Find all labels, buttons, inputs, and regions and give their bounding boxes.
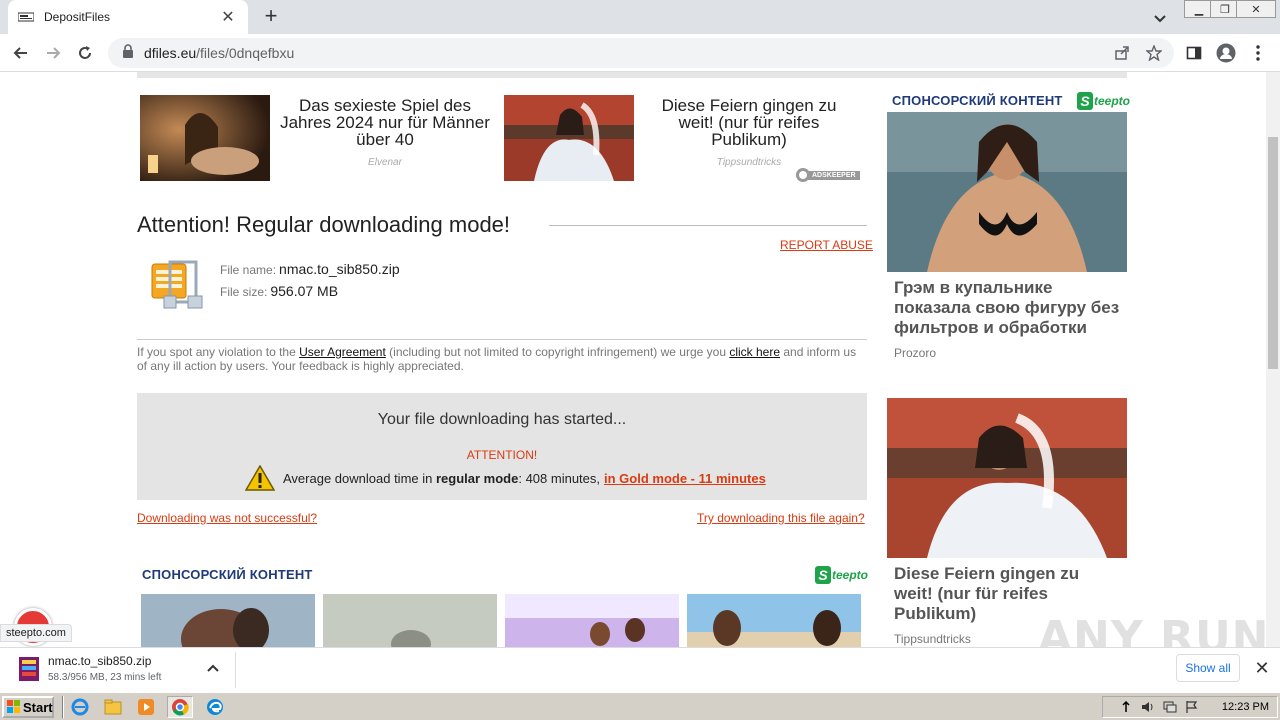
windows-taskbar: Start 12:23 PM <box>0 692 1280 720</box>
chevron-up-icon[interactable] <box>204 660 222 678</box>
ad-image[interactable] <box>504 95 634 181</box>
page-top-strip <box>137 72 1127 78</box>
report-abuse-link[interactable]: REPORT ABUSE <box>780 238 873 252</box>
top-ad-1[interactable]: Das sexieste Spiel des Jahres 2024 nur f… <box>140 95 500 185</box>
adskeeper-label: ADSKEEPER <box>808 170 860 180</box>
adskeeper-logo[interactable]: ADSKEEPER <box>796 168 860 182</box>
file-name: nmac.to_sib850.zip <box>279 261 400 277</box>
sidebar-steepto-logo[interactable]: Steepto <box>1077 92 1130 110</box>
steepto-s-icon: S <box>815 566 831 584</box>
page-viewport: Das sexieste Spiel des Jahres 2024 nur f… <box>0 72 1266 647</box>
sidebar-ad-title[interactable]: Грэм в купальнике показала свою фигуру б… <box>887 272 1127 338</box>
edge-icon[interactable] <box>205 697 225 717</box>
chevron-down-icon[interactable] <box>1150 8 1170 28</box>
file-explorer-icon[interactable] <box>103 697 123 717</box>
file-size-label: File size: <box>220 285 268 299</box>
tab-title: DepositFiles <box>44 10 111 24</box>
violation-notice: If you spot any violation to the User Ag… <box>137 345 857 373</box>
tab-strip: DepositFiles ✕ + ▁ ❐ ✕ <box>0 0 1280 34</box>
show-all-button[interactable]: Show all <box>1176 654 1240 682</box>
side-panel-icon[interactable] <box>1182 41 1206 65</box>
download-started-text: Your file downloading has started... <box>377 411 627 428</box>
share-icon[interactable] <box>1112 43 1132 63</box>
ad-image[interactable] <box>140 95 270 181</box>
back-icon[interactable] <box>8 40 34 66</box>
divider <box>137 339 867 340</box>
average-time-row: Average download time in regular mode: 4… <box>244 464 766 491</box>
sidebar-ad-image[interactable] <box>887 112 1127 272</box>
scrollbar-thumb[interactable] <box>1268 137 1278 369</box>
close-tab-button[interactable]: ✕ <box>218 7 238 27</box>
reload-icon[interactable] <box>72 40 98 66</box>
media-player-icon[interactable] <box>136 697 156 717</box>
attention-label: ATTENTION! <box>466 448 538 462</box>
ad-headline[interactable]: Das sexieste Spiel des Jahres 2024 nur f… <box>280 97 490 148</box>
file-name-label: File name: <box>220 263 277 277</box>
ad-source: Tippsundtricks <box>716 157 782 168</box>
sponsored-thumb[interactable] <box>141 594 315 647</box>
status-bar-url: steepto.com <box>0 624 72 642</box>
sponsored-thumb[interactable] <box>687 594 861 647</box>
download-progress-text: 58.3/956 MB, 23 mins left <box>48 672 162 683</box>
download-not-successful-link[interactable]: Downloading was not successful? <box>137 511 317 525</box>
download-shelf: nmac.to_sib850.zip 58.3/956 MB, 23 mins … <box>0 647 1280 691</box>
url-text: dfiles.eu/files/0dnqefbxu <box>144 45 295 61</box>
taskbar-separator <box>62 696 64 718</box>
close-window-button[interactable]: ✕ <box>1236 0 1276 18</box>
steepto-logo[interactable]: Steepto <box>815 566 868 584</box>
internet-explorer-icon[interactable] <box>70 697 90 717</box>
action-center-flag-icon[interactable] <box>1184 699 1200 715</box>
page-scrollbar[interactable] <box>1266 72 1280 647</box>
ad-headline[interactable]: Diese Feiern gingen zu weit! (nur für re… <box>644 97 854 148</box>
download-file-name[interactable]: nmac.to_sib850.zip <box>48 654 151 668</box>
try-again-link[interactable]: Try downloading this file again? <box>697 511 865 525</box>
lock-icon[interactable] <box>122 43 134 63</box>
warning-triangle-icon <box>244 464 276 491</box>
close-shelf-button[interactable]: ✕ <box>1252 658 1272 678</box>
profile-avatar-icon[interactable] <box>1214 41 1238 65</box>
sponsored-thumb[interactable] <box>505 594 679 647</box>
click-here-link[interactable]: click here <box>729 345 780 359</box>
windows-logo-icon <box>7 700 21 714</box>
sidebar-sponsored-heading: СПОНСОРСКИЙ КОНТЕНТ <box>892 93 1063 108</box>
steepto-s-icon: S <box>1077 92 1093 110</box>
sponsored-thumb[interactable] <box>323 594 497 647</box>
browser-toolbar: dfiles.eu/files/0dnqefbxu <box>0 34 1280 72</box>
sidebar-ad-image[interactable] <box>887 398 1127 558</box>
system-tray: 12:23 PM <box>1102 696 1278 718</box>
start-button[interactable]: Start <box>2 696 54 718</box>
download-status-box: Your file downloading has started... ATT… <box>137 393 867 500</box>
file-size: 956.07 MB <box>270 283 339 299</box>
address-bar[interactable]: dfiles.eu/files/0dnqefbxu <box>108 38 1174 68</box>
zip-archive-icon <box>150 260 208 310</box>
shelf-divider <box>235 652 236 688</box>
gold-mode-link[interactable]: in Gold mode - 11 minutes <box>604 471 766 486</box>
ad-source: Elvenar <box>368 157 402 168</box>
menu-kebab-icon[interactable] <box>1246 41 1270 65</box>
sidebar-ad-card-1[interactable]: Грэм в купальнике показала свою фигуру б… <box>887 112 1127 360</box>
file-name-row: File name: nmac.to_sib850.zip <box>220 261 400 277</box>
page-title: Attention! Regular downloading mode! <box>137 212 511 237</box>
file-size-row: File size: 956.07 MB <box>220 283 338 299</box>
new-tab-button[interactable]: + <box>258 4 284 30</box>
network-icon[interactable] <box>1162 699 1178 715</box>
bookmark-star-icon[interactable] <box>1144 43 1164 63</box>
volume-icon[interactable] <box>1140 699 1156 715</box>
tab-depositfiles[interactable]: DepositFiles ✕ <box>8 0 248 34</box>
chrome-icon[interactable] <box>167 696 193 718</box>
archive-file-icon[interactable] <box>18 656 40 682</box>
user-agreement-link[interactable]: User Agreement <box>299 345 386 359</box>
sidebar-ad-source: Prozoro <box>894 346 937 360</box>
taskbar-clock[interactable]: 12:23 PM <box>1222 701 1269 713</box>
tray-arrow-icon[interactable] <box>1118 699 1134 715</box>
sidebar-ad-card-2[interactable]: Diese Feiern gingen zu weit! (nur für re… <box>887 398 1127 646</box>
forward-icon[interactable] <box>40 40 66 66</box>
heading-rule <box>549 225 867 226</box>
depositfiles-favicon-icon <box>18 9 34 25</box>
sponsored-heading: СПОНСОРСКИЙ КОНТЕНТ <box>142 567 313 582</box>
